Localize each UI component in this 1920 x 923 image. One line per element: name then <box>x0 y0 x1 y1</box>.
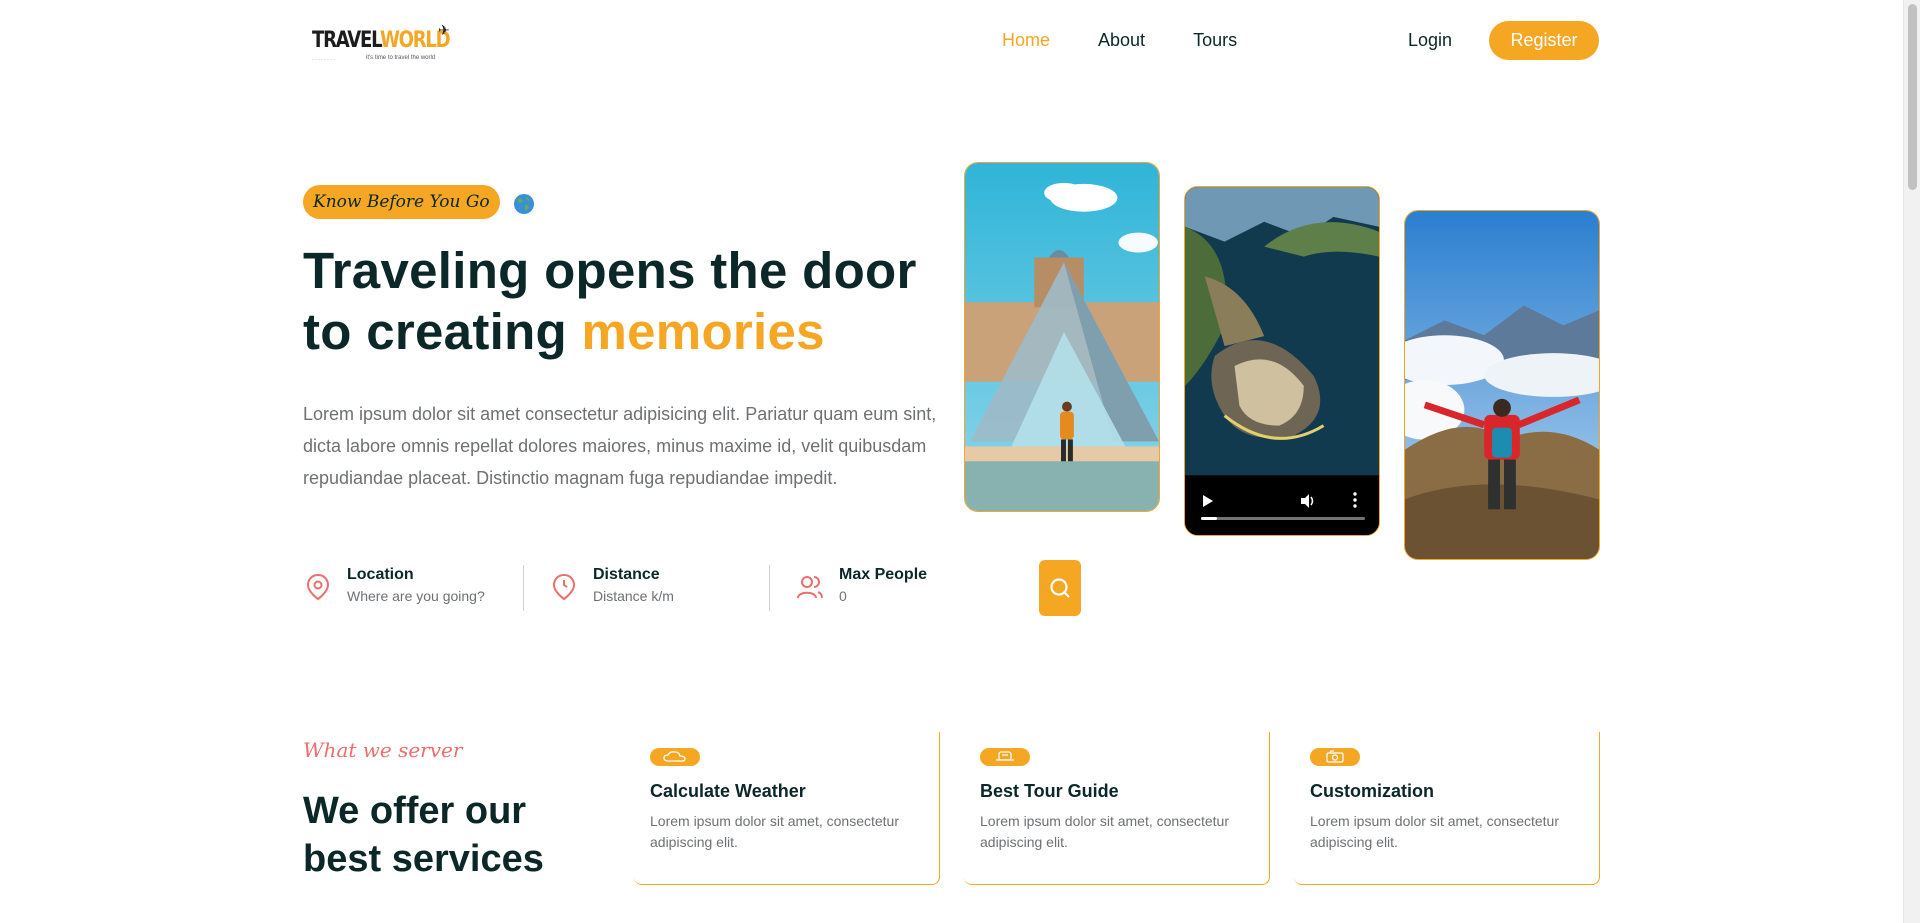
service-card-title: Best Tour Guide <box>980 781 1119 801</box>
services-subtitle: What we server <box>303 738 463 762</box>
coastal-fort-video[interactable] <box>1184 186 1380 536</box>
hero-description: Lorem ipsum dolor sit amet consectetur a… <box>303 404 937 488</box>
service-card-guide: Best Tour Guide Lorem ipsum dolor sit am… <box>964 732 1270 885</box>
login-link[interactable]: Login <box>1408 30 1452 51</box>
service-card-description: Lorem ipsum dolor sit amet, consectetur … <box>650 813 899 850</box>
scrollbar-thumb[interactable] <box>1908 4 1917 190</box>
more-options-icon[interactable] <box>1353 491 1357 509</box>
service-card-description: Lorem ipsum dolor sit amet, consectetur … <box>1310 813 1559 850</box>
louvre-pyramid-photo <box>964 162 1160 512</box>
weather-icon <box>650 748 700 766</box>
distance-input[interactable]: Distance k/m <box>593 585 674 607</box>
search-bar: Location Where are you going? Distance D… <box>303 553 1083 619</box>
logo-tagline: it's time to travel the world <box>366 55 436 61</box>
max-people-input[interactable]: 0 <box>839 585 927 607</box>
play-icon[interactable] <box>1203 495 1213 507</box>
service-card-title: Customization <box>1310 781 1434 801</box>
nav-home[interactable]: Home <box>1002 30 1050 51</box>
max-people-label: Max People <box>839 566 928 583</box>
video-progress-bar[interactable] <box>1201 517 1365 520</box>
service-card-customization: Customization Lorem ipsum dolor sit amet… <box>1294 732 1600 885</box>
search-button[interactable] <box>1039 560 1081 616</box>
divider <box>523 565 524 611</box>
map-pin-icon <box>306 573 330 601</box>
service-card-weather: Calculate Weather Lorem ipsum dolor sit … <box>634 732 940 885</box>
location-label: Location <box>347 566 414 583</box>
search-icon <box>1050 578 1070 598</box>
airplane-icon: ✈ <box>438 22 450 38</box>
service-card-description: Lorem ipsum dolor sit amet, consectetur … <box>980 813 1229 850</box>
header: TRAVELWORLD ✈ ········ it's time to trav… <box>303 0 1599 80</box>
divider <box>769 565 770 611</box>
hero-title-highlight: memories <box>581 303 825 360</box>
volume-icon[interactable] <box>1299 492 1317 510</box>
logo-dots: ········ <box>312 57 336 63</box>
location-field[interactable]: Location Where are you going? <box>303 565 485 609</box>
register-button[interactable]: Register <box>1489 21 1599 60</box>
customization-icon <box>1310 748 1360 766</box>
main-nav: Home About Tours <box>1002 30 1237 51</box>
page-scrollbar[interactable] <box>1903 0 1920 923</box>
hero-subtitle: Know Before You Go <box>303 185 500 219</box>
distance-label: Distance <box>593 566 660 583</box>
guide-icon <box>980 748 1030 766</box>
service-card-title: Calculate Weather <box>650 781 806 801</box>
distance-field[interactable]: Distance Distance k/m <box>549 565 674 609</box>
max-people-field[interactable]: Max People 0 <box>795 565 927 609</box>
video-controls <box>1185 475 1379 535</box>
nav-tours[interactable]: Tours <box>1193 30 1237 51</box>
globe-icon <box>514 194 534 214</box>
hero-title: Traveling opens the door to creating mem… <box>303 240 943 362</box>
logo-text-travel: TRAVEL <box>312 28 381 53</box>
nav-about[interactable]: About <box>1098 30 1145 51</box>
hiker-mountain-photo <box>1404 210 1600 560</box>
map-time-icon <box>552 573 576 601</box>
group-icon <box>797 576 823 599</box>
video-progress-fill <box>1201 517 1218 520</box>
services-title: We offer our best services <box>303 790 544 880</box>
location-input[interactable]: Where are you going? <box>347 585 485 607</box>
logo[interactable]: TRAVELWORLD ✈ ········ it's time to trav… <box>312 22 452 66</box>
